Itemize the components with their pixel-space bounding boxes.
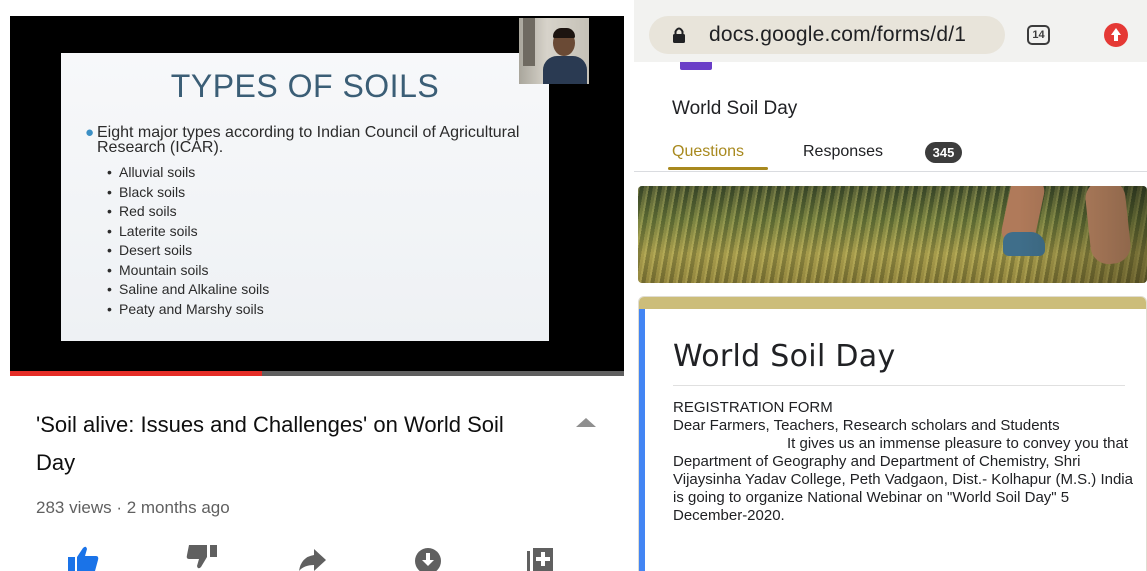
- update-icon[interactable]: [1104, 23, 1128, 47]
- dislike-icon: [186, 545, 217, 569]
- video-progress-bar[interactable]: [10, 371, 624, 376]
- card-top-accent: [639, 297, 1146, 309]
- download-button[interactable]: [412, 545, 446, 571]
- card-divider: [673, 385, 1125, 386]
- share-button[interactable]: [296, 545, 330, 571]
- download-icon: [415, 548, 441, 571]
- bullet-icon: ●: [85, 124, 95, 141]
- lock-icon: [673, 27, 685, 43]
- slide-title: TYPES OF SOILS: [170, 68, 440, 104]
- form-title-card: World Soil Day REGISTRATION FORM Dear Fa…: [638, 296, 1147, 571]
- url-text[interactable]: docs.google.com/forms/d/1: [709, 23, 966, 47]
- list-item: Red soils: [107, 202, 269, 222]
- dislike-button[interactable]: [185, 545, 219, 571]
- tab-responses[interactable]: Responses: [803, 143, 883, 161]
- presentation-slide: TYPES OF SOILS ● Eight major types accor…: [61, 53, 549, 341]
- tabs-divider: [634, 171, 1147, 172]
- list-item: Laterite soils: [107, 222, 269, 242]
- form-header-title: World Soil Day: [672, 98, 798, 119]
- like-icon: [68, 546, 99, 571]
- like-button[interactable]: [66, 545, 100, 571]
- card-focus-accent: [639, 309, 645, 571]
- form-description[interactable]: REGISTRATION FORM Dear Farmers, Teachers…: [673, 399, 1135, 525]
- list-item: Black soils: [107, 183, 269, 203]
- forms-page: docs.google.com/forms/d/1 14 World Soil …: [634, 0, 1147, 571]
- description-line: It gives us an immense pleasure to conve…: [673, 435, 1133, 524]
- form-color-accent: [680, 62, 712, 70]
- slide-intro: ● Eight major types according to Indian …: [85, 124, 545, 156]
- video-page: TYPES OF SOILS ● Eight major types accor…: [0, 0, 624, 571]
- save-button[interactable]: [525, 545, 559, 571]
- list-item: Mountain soils: [107, 261, 269, 281]
- list-item: Desert soils: [107, 241, 269, 261]
- slide-intro-text: Eight major types according to Indian Co…: [97, 124, 520, 156]
- soil-type-list: Alluvial soils Black soils Red soils Lat…: [107, 163, 269, 319]
- tab-questions[interactable]: Questions: [672, 143, 744, 161]
- collapse-description-icon[interactable]: [576, 418, 596, 427]
- responses-count-badge: 345: [925, 142, 962, 163]
- video-meta: 283 views · 2 months ago: [36, 498, 230, 517]
- browser-toolbar: docs.google.com/forms/d/1 14: [634, 0, 1147, 62]
- share-icon: [299, 549, 326, 571]
- list-item: Alluvial soils: [107, 163, 269, 183]
- presenter-webcam: [519, 18, 589, 84]
- video-player[interactable]: TYPES OF SOILS ● Eight major types accor…: [10, 16, 624, 374]
- save-icon: [527, 548, 553, 571]
- form-header-image: [638, 186, 1147, 283]
- form-title[interactable]: World Soil Day: [673, 339, 896, 374]
- video-progress-fill: [10, 371, 262, 376]
- description-line: REGISTRATION FORM: [673, 399, 833, 416]
- list-item: Peaty and Marshy soils: [107, 300, 269, 320]
- tab-switcher-button[interactable]: 14: [1027, 25, 1050, 45]
- list-item: Saline and Alkaline soils: [107, 280, 269, 300]
- video-title: 'Soil alive: Issues and Challenges' on W…: [36, 412, 504, 475]
- active-tab-indicator: [668, 167, 768, 170]
- description-line: Dear Farmers, Teachers, Research scholar…: [673, 417, 1060, 434]
